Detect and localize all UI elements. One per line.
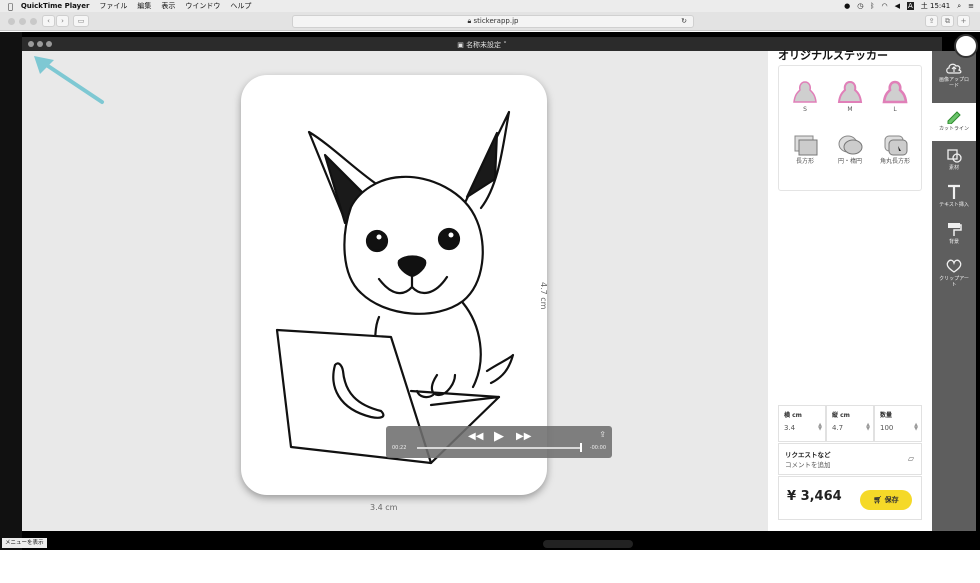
paint-roller-icon [948,223,962,236]
search-icon[interactable]: ⌕ [957,2,961,11]
remaining-time: -00:00 [589,445,606,451]
history-icon[interactable]: ◷ [857,2,863,10]
shape-option-rounded-rectangle[interactable]: 角丸長方形 [873,134,917,166]
menu-bar:  QuickTime Player ファイル 編集 表示 ウインドウ ヘルプ … [0,0,980,12]
tools-sidebar: 画像アップロード カットライン 素材 テキスト挿入 背景 クリップアート [932,51,976,531]
cutline-options: S M L 長方形 円・楕円 角丸長方形 [778,65,922,191]
settings-panel: オリジナルステッカー S M L 長方形 円・楕円 角丸長方形 横 cm 3.4 [768,49,932,531]
save-button[interactable]: 🛒︎ 保存 [860,490,912,510]
tool-cutline[interactable]: カットライン [932,103,976,141]
silhouette-s-icon [793,81,817,103]
quantity-stepper[interactable]: ▲ ▼ [914,423,918,432]
request-comment[interactable]: リクエストなど コメントを追加 ▱ [778,443,922,475]
clock[interactable]: 土 15:41 [921,1,950,11]
cloud-upload-icon [946,63,962,74]
width-dimension-label: 3.4 cm [370,503,398,512]
share-icon[interactable]: ⇪ [599,430,606,439]
new-tab-button[interactable]: + [957,15,970,27]
height-stepper[interactable]: ▲ ▼ [866,423,870,432]
menu-edit[interactable]: 編集 [137,1,151,11]
shape-option-rectangle[interactable]: 長方形 [783,134,827,166]
bottom-dark-pill [543,540,633,548]
tool-text-insert[interactable]: テキスト挿入 [932,184,976,208]
rounded-rectangle-icon [884,135,908,156]
user-icon[interactable]: ● [844,2,850,10]
reload-icon[interactable]: ↻ [681,16,687,27]
quantity-field[interactable]: 数量 100 ▲ ▼ [874,405,922,442]
close-window-button[interactable] [8,18,15,25]
rectangle-icon [794,135,818,156]
tool-background[interactable]: 背景 [932,221,976,245]
size-option-l[interactable]: L [873,80,917,114]
price-box: ¥ 3,464 🛒︎ 保存 [778,476,922,520]
size-option-m[interactable]: M [828,80,872,114]
height-field[interactable]: 縦 cm 4.7 ▲ ▼ [826,405,874,442]
menu-list-icon[interactable]: ≡ [968,2,974,10]
tool-upload-image[interactable]: 画像アップロード [932,61,976,89]
width-field[interactable]: 横 cm 3.4 ▲ ▼ [778,405,826,442]
show-menu-hint[interactable]: メニューを表示 [2,538,47,548]
url-text: stickerapp.jp [473,17,519,25]
materials-icon [947,149,962,163]
back-button[interactable]: ‹ [42,15,55,27]
heart-icon [946,259,962,273]
pointer-arrow-icon [34,56,104,104]
fast-forward-button[interactable]: ▶▶ [516,431,531,442]
height-dimension-label: 4.7 cm [539,282,548,310]
menu-view[interactable]: 表示 [161,1,175,11]
playback-controls: ◀◀ ▶ ▶▶ ⇪ 00:22 -00:00 [386,426,612,458]
price: ¥ 3,464 [787,489,842,504]
volume-icon[interactable]: ◀ [895,2,900,10]
play-button[interactable]: ▶ [494,429,504,444]
tabs-button[interactable]: ⧉ [941,15,954,27]
forward-button[interactable]: › [56,15,69,27]
zoom-window-button[interactable] [30,18,37,25]
scrub-bar[interactable] [417,447,581,449]
address-bar[interactable]: 🔒︎ stickerapp.jp ↻ [292,15,694,28]
menu-window[interactable]: ウインドウ [185,1,220,11]
silhouette-m-icon [837,80,863,103]
bottom-blurred-bar [0,550,980,583]
menu-help[interactable]: ヘルプ [230,1,251,11]
screen-left-border [0,32,22,550]
silhouette-l-icon [882,80,908,104]
document-title[interactable]: 名称未設定 ˅ [466,41,507,49]
sidebar-button[interactable]: ▭ [73,15,89,27]
bluetooth-icon[interactable]: ᛒ [870,2,874,10]
wifi-icon[interactable]: ◠ [882,2,888,10]
lock-icon: 🔒︎ [467,17,472,25]
elapsed-time: 00:22 [392,445,407,451]
tool-material[interactable]: 素材 [932,147,976,171]
share-button[interactable]: ⇪ [925,15,938,27]
minimize-window-button[interactable] [19,18,26,25]
panel-title: オリジナルステッカー [778,49,888,62]
width-stepper[interactable]: ▲ ▼ [818,423,822,432]
scroll-handle[interactable] [954,34,978,58]
tool-clipart[interactable]: クリップアート [932,258,976,288]
app-menu[interactable]: QuickTime Player [21,2,90,10]
scrub-handle[interactable] [580,443,582,452]
menu-file[interactable]: ファイル [99,1,127,11]
request-placeholder: コメントを追加 [785,461,831,469]
text-icon [948,184,960,199]
rewind-button[interactable]: ◀◀ [468,431,483,442]
cart-icon: 🛒︎ [873,496,883,504]
shape-option-ellipse[interactable]: 円・楕円 [828,134,872,166]
apple-menu-icon[interactable]:  [8,2,13,11]
pencil-icon [947,111,961,124]
input-icon[interactable]: A [907,2,914,10]
ellipse-icon [838,135,863,155]
document-icon: ▣ [457,41,464,49]
request-title: リクエストなど [785,451,831,459]
size-option-s[interactable]: S [783,80,827,114]
browser-toolbar: ‹ › ▭ 🔒︎ stickerapp.jp ↻ ⇪ ⧉ + [0,12,980,31]
comment-icon[interactable]: ▱ [908,454,914,463]
